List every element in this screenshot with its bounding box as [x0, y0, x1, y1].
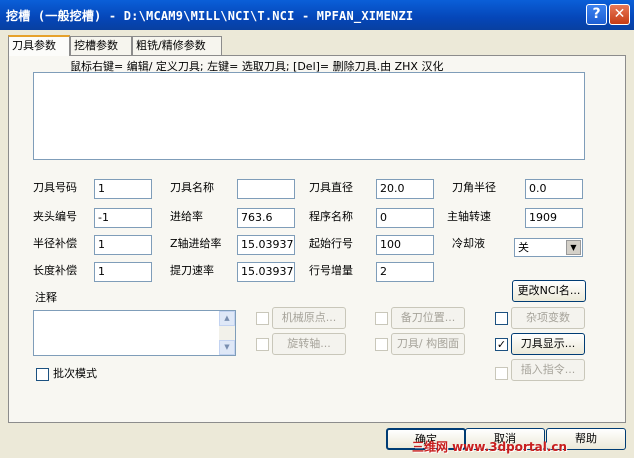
radius-comp-label: 半径补偿	[33, 237, 77, 250]
batch-mode-label: 批次模式	[53, 367, 97, 380]
rotary-axis-checkbox[interactable]	[256, 338, 269, 351]
tool-diameter-input[interactable]: 20.0	[376, 179, 434, 199]
spindle-speed-input[interactable]: 1909	[525, 208, 583, 228]
tab-rough-finish-params[interactable]: 粗铣/精修参数	[132, 36, 222, 55]
holder-number-label: 夹头编号	[33, 210, 77, 223]
retract-rate-label: 提刀速率	[170, 264, 214, 277]
start-seq-label: 起始行号	[309, 237, 353, 250]
notes-label: 注释	[35, 291, 57, 304]
machine-origin-checkbox[interactable]	[256, 312, 269, 325]
change-nci-name-button[interactable]: 更改NCI名...	[512, 280, 586, 302]
scroll-up-icon[interactable]: ▲	[219, 311, 235, 326]
coolant-label: 冷却液	[452, 237, 485, 250]
tool-display-button[interactable]: 刀具显示...	[511, 333, 585, 355]
tool-change-pos-checkbox[interactable]	[375, 312, 388, 325]
tool-number-label: 刀具号码	[33, 181, 77, 194]
misc-values-button[interactable]: 杂项变数	[511, 307, 585, 329]
tool-plane-button[interactable]: 刀具/ 构图面	[391, 333, 465, 355]
retract-rate-input[interactable]: 15.03937	[237, 262, 295, 282]
tool-display-checkbox[interactable]: ✓	[495, 338, 508, 351]
help-title-button[interactable]: ?	[586, 4, 607, 25]
start-seq-input[interactable]: 100	[376, 235, 434, 255]
watermark: 三维网 www.3dportal.cn	[412, 440, 568, 454]
spindle-speed-label: 主轴转速	[447, 210, 491, 223]
program-name-input[interactable]: 0	[376, 208, 434, 228]
misc-values-checkbox[interactable]	[495, 312, 508, 325]
insert-command-checkbox[interactable]	[495, 367, 508, 380]
notes-textarea[interactable]: ▲ ▼	[33, 310, 236, 356]
tab-pocket-params[interactable]: 挖槽参数	[70, 36, 132, 55]
feed-rate-label: 进给率	[170, 210, 203, 223]
seq-increment-input[interactable]: 2	[376, 262, 434, 282]
tool-plane-checkbox[interactable]	[375, 338, 388, 351]
tab-tool-params[interactable]: 刀具参数	[8, 35, 70, 56]
coolant-value: 关	[518, 241, 529, 254]
window-title: 挖槽 (一般挖槽) - D:\MCAM9\MILL\NCI\T.NCI - MP…	[6, 9, 414, 23]
batch-mode-checkbox[interactable]	[36, 368, 49, 381]
corner-radius-input[interactable]: 0.0	[525, 179, 583, 199]
plunge-rate-label: Z轴进给率	[170, 237, 222, 250]
close-title-button[interactable]: ✕	[609, 4, 630, 25]
title-bar: 挖槽 (一般挖槽) - D:\MCAM9\MILL\NCI\T.NCI - MP…	[0, 0, 634, 30]
length-comp-input[interactable]: 1	[94, 262, 152, 282]
radius-comp-input[interactable]: 1	[94, 235, 152, 255]
tool-name-input[interactable]	[237, 179, 295, 199]
holder-number-input[interactable]: -1	[94, 208, 152, 228]
corner-radius-label: 刀角半径	[452, 181, 496, 194]
seq-increment-label: 行号增量	[309, 264, 353, 277]
notes-scrollbar[interactable]: ▲ ▼	[219, 311, 235, 355]
machine-origin-button[interactable]: 机械原点...	[272, 307, 346, 329]
length-comp-label: 长度补偿	[33, 264, 77, 277]
feed-rate-input[interactable]: 763.6	[237, 208, 295, 228]
tool-number-input[interactable]: 1	[94, 179, 152, 199]
scroll-down-icon[interactable]: ▼	[219, 340, 235, 355]
tool-diameter-label: 刀具直径	[309, 181, 353, 194]
insert-command-button[interactable]: 插入指令...	[511, 359, 585, 381]
coolant-select[interactable]: 关 ▼	[514, 238, 583, 257]
rotary-axis-button[interactable]: 旋转轴...	[272, 333, 346, 355]
chevron-down-icon[interactable]: ▼	[566, 240, 581, 255]
tool-name-label: 刀具名称	[170, 181, 214, 194]
program-name-label: 程序名称	[309, 210, 353, 223]
tool-change-pos-button[interactable]: 备刀位置...	[391, 307, 465, 329]
plunge-rate-input[interactable]: 15.03937	[237, 235, 295, 255]
tool-list[interactable]	[33, 72, 585, 160]
